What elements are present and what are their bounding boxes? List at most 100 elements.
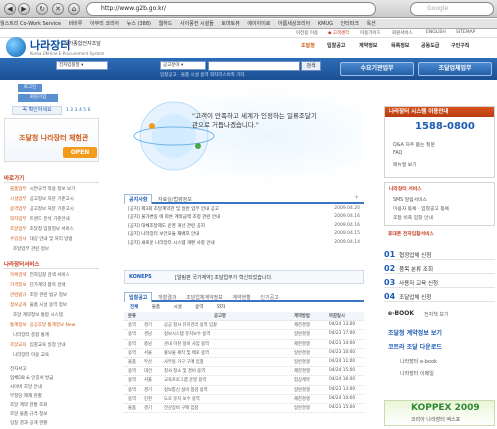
bid-row[interactable]: 물품 부산 사무용 가구 구매 입찰 일반경쟁 04/24 11:00 bbox=[124, 358, 364, 368]
mobile-service[interactable]: 휴대폰 전자입찰서비스 bbox=[388, 230, 434, 237]
bookmark-item[interactable]: 월스트리 Co-Work Service bbox=[0, 21, 61, 27]
service-link[interactable]: SMS 알림서비스 bbox=[393, 196, 427, 203]
service-link[interactable]: 이용자 등록 · 입찰공고 등록 bbox=[393, 205, 449, 212]
notice-more[interactable]: + bbox=[354, 194, 359, 201]
tab-library[interactable]: 자료실/법령정보 bbox=[154, 195, 196, 204]
shortcut-item[interactable]: 수입검사 대상 안내 및 처리 방법 bbox=[10, 236, 73, 242]
tab-notice[interactable]: 공지사항 bbox=[124, 194, 153, 204]
tab-bid-notice[interactable]: 입찰공고 bbox=[124, 292, 153, 302]
type-select[interactable]: 공고분야 ▾ bbox=[160, 61, 206, 70]
bid-row[interactable]: 용역 경남 정보시스템 유지보수 용역 일반경쟁 04/23 17:00 bbox=[124, 330, 364, 340]
service-item[interactable]: 통계정보 공공조달 통계정보 New bbox=[10, 322, 75, 328]
back-button[interactable]: ◀ bbox=[4, 3, 16, 15]
bookmark-item[interactable]: 아름세상코리아 bbox=[278, 21, 310, 27]
bookmark-item[interactable]: 사이몽컨 시설들 bbox=[180, 21, 214, 27]
bookmark-item[interactable]: 옥션 bbox=[367, 21, 376, 27]
notice-item[interactable]: [공지] 새로운 나라장터 시스템 개편 사항 안내 2009.04.14 bbox=[128, 240, 360, 248]
shortcut-item[interactable]: 외자업무 트렌드 분석 기준안내 bbox=[10, 216, 70, 222]
bookmark-item[interactable]: 아무리 코리아 bbox=[90, 21, 119, 27]
quick-link[interactable]: 04 조달업체 신청 bbox=[384, 292, 495, 302]
notice-item[interactable]: [공지] 제3회 조달계약관 및 일반 업무 안내 공고 2009.04.20 bbox=[128, 206, 360, 214]
shortcut-item[interactable]: 시설업무 공고정보 처분 기준고시 bbox=[10, 196, 74, 202]
tab-contract-status[interactable]: 계약현황 bbox=[228, 293, 254, 302]
email-link[interactable]: 나라장터 이메일 bbox=[400, 370, 434, 377]
misc-link[interactable]: 전자서고 bbox=[10, 366, 27, 372]
supplier-work-button[interactable]: 수요기관업무 bbox=[340, 62, 414, 76]
service-link[interactable]: 조달 비축 입찰 안내 bbox=[393, 214, 433, 221]
top-menu-item[interactable]: 조달청 bbox=[301, 42, 315, 49]
service-item[interactable]: 가격정보 단가계약 품목 검색 bbox=[10, 282, 66, 288]
ebook-link[interactable]: e-BOOK bbox=[388, 310, 414, 317]
tab-popular[interactable]: 인기공고 bbox=[256, 293, 282, 302]
bid-row[interactable]: 용역 대전 청사 청소 및 경비 용역 제한경쟁 04/24 15:00 bbox=[124, 367, 364, 377]
address-bar[interactable]: http://www.g2b.go.kr/ bbox=[86, 2, 376, 16]
top-menu-item[interactable]: 공동도급 bbox=[421, 42, 439, 49]
top-menu-item[interactable]: 구인구직 bbox=[451, 42, 469, 49]
bid-row[interactable]: 용역 경기 공공 청사 유지관리 용역 입찰 제한경쟁 04/24 13:00 bbox=[124, 321, 364, 331]
shortcut-item[interactable]: 물품업무 시연규격 적용 정보 보기 bbox=[10, 186, 75, 192]
service-item[interactable]: 나라장터 이용 교육 bbox=[10, 352, 49, 358]
shortcut-item[interactable]: 조달업무 관련 정보 bbox=[10, 246, 49, 252]
notice-item[interactable]: [공지] 대체조달제도 운영 개선 관련 공지 2009.04.16 bbox=[128, 223, 360, 231]
ebook-link-2[interactable]: 나라장터 e-book bbox=[400, 358, 437, 365]
bid-row[interactable]: 용역 경기 정보통신 설비 점검 용역 일반경쟁 04/23 13:00 bbox=[124, 386, 364, 395]
service-item[interactable]: 정보공개 물품 시설 용역 정보 bbox=[10, 302, 67, 308]
help-link[interactable]: 매뉴얼 보기 bbox=[393, 161, 417, 168]
shortcut-item[interactable]: 조달업무 조달청 입찰정보 서비스 bbox=[10, 226, 74, 232]
bookmark-item[interactable]: KMUG bbox=[318, 21, 333, 27]
bid-row[interactable]: 용역 충남 관내 하천 정비 사업 용역 제한경쟁 04/23 14:00 bbox=[124, 340, 364, 349]
help-link[interactable]: FAQ bbox=[393, 151, 402, 156]
service-item[interactable]: 조달 계약정보 통합 시스템 bbox=[10, 312, 63, 318]
search-input[interactable] bbox=[208, 61, 300, 71]
vendor-work-button[interactable]: 조달업체업무 bbox=[418, 62, 492, 76]
category-select[interactable]: 전자입찰정 ▾ bbox=[56, 61, 108, 70]
notice-item[interactable]: [공지] 물가변동 에 따른 계약금액 조정 관련 안내 2009.04.16 bbox=[128, 214, 360, 222]
koneps-banner[interactable]: KONEPS [알림판 국가계약] 조달업무가 혁신되었습니다. bbox=[124, 270, 364, 284]
contract-info-link[interactable]: 조달청 계약정보 보기 bbox=[388, 328, 442, 337]
search-button[interactable]: 검색 bbox=[301, 61, 321, 71]
bookmark-item[interactable]: 웹하드 bbox=[159, 21, 173, 27]
bookmark-item[interactable]: 뉴스 (388) bbox=[127, 21, 151, 27]
top-menu-item[interactable]: 입찰공고 bbox=[327, 42, 345, 49]
filter-foreign[interactable]: 외자 bbox=[217, 305, 225, 310]
help-link[interactable]: Q&A 자주 묻는 질문 bbox=[393, 141, 435, 148]
site-logo[interactable]: 나라장터 국가종합전자조달 Korea ON-line E-Procuremen… bbox=[6, 34, 116, 60]
misc-link[interactable]: 입찰 결과 공개 현황 bbox=[10, 420, 47, 426]
filter-service[interactable]: 용역 bbox=[195, 305, 203, 310]
bookmark-item[interactable]: 토마토뷰 bbox=[221, 21, 239, 27]
top-menu-item[interactable]: 계약정보 bbox=[359, 42, 377, 49]
stop-button[interactable]: ✕ bbox=[52, 3, 64, 15]
misc-link[interactable]: 업체DB & 인증서 발급 bbox=[10, 375, 53, 381]
misc-link[interactable]: 조달 계약 현황 조회 bbox=[10, 402, 47, 408]
quick-link[interactable]: 01 협정업체 신청 bbox=[384, 250, 495, 260]
bookmark-item[interactable]: 비비루 bbox=[69, 21, 83, 27]
notice-item[interactable]: [공지] 나라장터 보안모듈 재배포 안내 2009.04.15 bbox=[128, 231, 360, 239]
util-link[interactable]: ENGLISH bbox=[426, 30, 446, 35]
bookmark-item[interactable]: 인터파크 bbox=[341, 21, 359, 27]
quick-link[interactable]: 03 사용자 교육 신청 bbox=[384, 278, 495, 288]
top-menu-item[interactable]: 목록정보 bbox=[391, 42, 409, 49]
service-item[interactable]: 조달교육 입찰교육 일정 안내 bbox=[10, 342, 66, 348]
browser-search-input[interactable]: Google bbox=[410, 2, 494, 16]
koppex-banner[interactable]: KOPPEX 2009 코리아 나라장터 엑스포 bbox=[384, 400, 495, 426]
shortcut-item[interactable]: 용역업무 공고정보 처분 기준고시 bbox=[10, 206, 74, 212]
misc-link[interactable]: 조달 물품 규격 정보 bbox=[10, 411, 47, 417]
util-link[interactable]: 회원서비스 bbox=[392, 30, 413, 36]
util-link[interactable]: ◆ 고객센터 bbox=[328, 30, 349, 36]
quick-link[interactable]: 02 품목 분류 조회 bbox=[384, 264, 495, 274]
bid-row[interactable]: 물품 경기 전산장비 구매 입찰 일반경쟁 04/23 15:00 bbox=[124, 404, 364, 414]
service-item[interactable]: 나라장터 종합 통계 bbox=[10, 332, 49, 338]
filter-goods[interactable]: 물품 bbox=[152, 305, 160, 310]
tab-contract-info[interactable]: 조달업체계약정보 bbox=[182, 293, 227, 302]
filter-facility[interactable]: 시설 bbox=[173, 305, 181, 310]
reload-button[interactable]: ↻ bbox=[36, 3, 48, 15]
util-link[interactable]: 이용가이드 bbox=[360, 30, 381, 36]
util-link[interactable]: 이전용 이용 bbox=[296, 30, 318, 36]
bookmark-item[interactable]: 에이아이로 bbox=[247, 21, 270, 27]
kotra-download-link[interactable]: 코트라 조달 다운로드 bbox=[388, 342, 442, 351]
misc-link[interactable]: 사이버 조달 안내 bbox=[10, 384, 42, 390]
forward-button[interactable]: ▶ bbox=[18, 3, 30, 15]
bid-row[interactable]: 용역 서울 홍보물 제작 및 배포 용역 일반경쟁 04/23 10:00 bbox=[124, 349, 364, 358]
service-item[interactable]: 목록검색 전자입찰 검색 서비스 bbox=[10, 272, 70, 278]
tab-bid-result[interactable]: 개찰결과 bbox=[154, 293, 180, 302]
